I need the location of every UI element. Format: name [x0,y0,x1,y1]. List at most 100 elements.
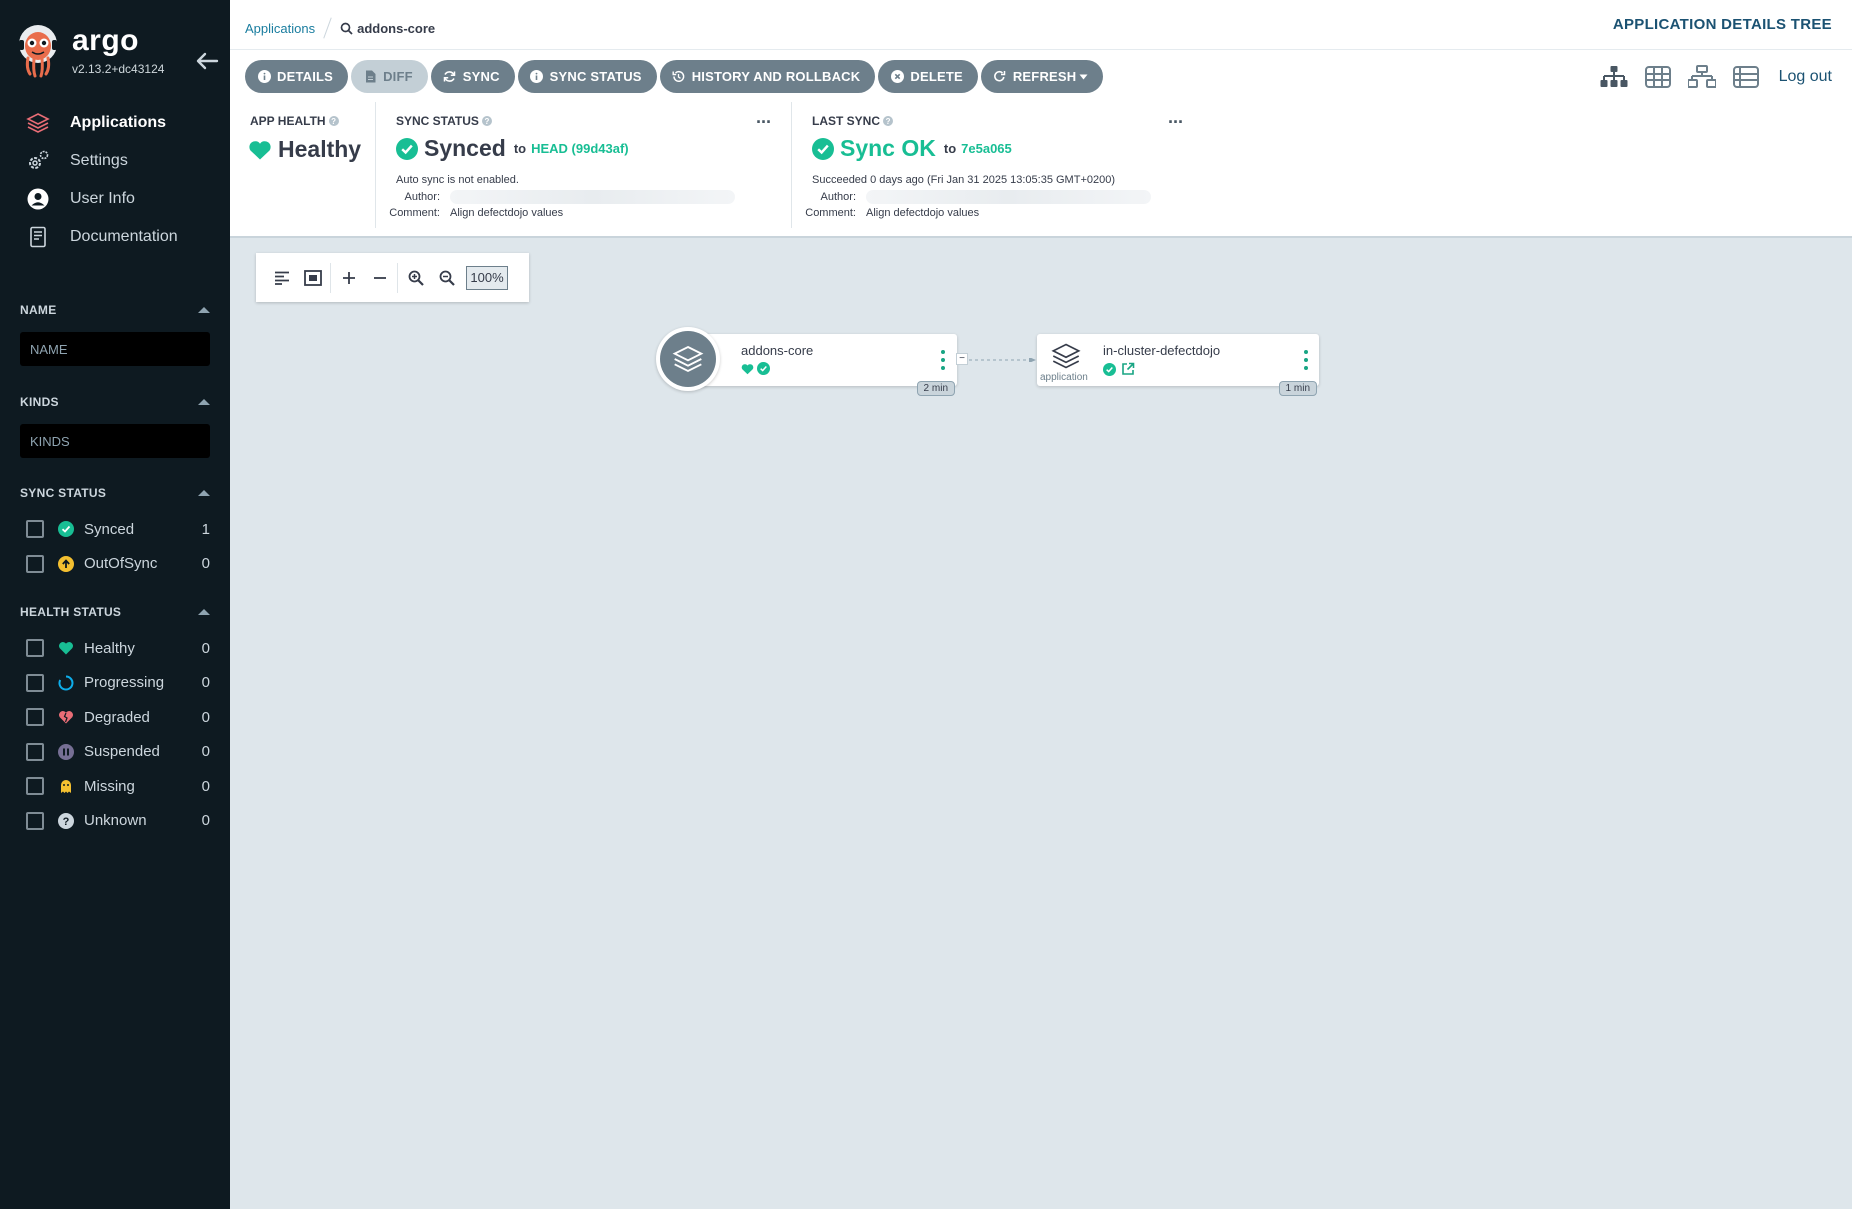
filter-option-progressing[interactable]: Progressing 0 [20,666,210,701]
nav-item-settings[interactable]: Settings [0,142,230,180]
breadcrumb-separator [323,17,332,39]
graph-zoom-toolbar: 100% [256,253,529,302]
checkbox[interactable] [26,520,44,539]
last-sync-comment-row: Comment: Align defectdojo values [792,207,979,219]
check-circle-icon [1103,362,1116,376]
sync-status-menu-icon[interactable]: ··· [756,112,772,133]
collapse-sidebar-icon[interactable] [194,50,220,72]
filter-option-count: 0 [201,639,210,657]
action-buttons: DETAILS DIFF SYNC SYNC STATUS HISTORY AN… [245,60,1104,93]
health-status-filter: HEALTH STATUS Healthy 0 Progressing 0 De… [20,602,210,838]
help-icon[interactable]: ? [328,116,339,126]
node-age-badge: 1 min [1278,381,1317,396]
delete-button[interactable]: DELETE [878,60,978,93]
diff-button[interactable]: DIFF [351,60,428,93]
collapse-minus-icon[interactable] [364,262,395,293]
filter-option-label: Healthy [84,639,135,657]
zoom-in-icon[interactable] [400,262,431,293]
collapse-caret-icon[interactable] [198,399,210,405]
help-icon[interactable]: ? [481,116,492,126]
nav-item-documentation[interactable]: Documentation [0,218,230,256]
external-link-icon[interactable] [1121,362,1135,376]
checkbox[interactable] [26,742,44,761]
comment-label: Comment: [805,207,856,219]
author-label: Author: [820,191,856,203]
list-view-icon[interactable] [1731,62,1761,92]
align-left-icon[interactable] [266,262,297,293]
sync-status-button[interactable]: SYNC STATUS [517,60,657,93]
breadcrumb-current[interactable]: addons-core [340,21,435,36]
graph-node-child-app[interactable]: application in-cluster-defectdojo 1 min [1037,334,1319,396]
nav-item-applications[interactable]: Applications [0,104,230,142]
graph-node-app[interactable]: addons-core 2 min [690,334,957,396]
sync-revision-link[interactable]: HEAD (99d43af) [531,141,629,156]
node-kind: application [1040,372,1088,383]
app-version: v2.13.2+dc43124 [72,62,165,76]
last-sync-card: LAST SYNC ? ··· Sync OK to 7e5a065 Succe… [791,102,1201,228]
fit-screen-icon[interactable] [297,262,328,293]
node-menu-icon[interactable] [940,350,946,370]
collapse-caret-icon[interactable] [198,307,210,313]
node-age-badge: 2 min [916,381,955,396]
sync-button[interactable]: SYNC [430,60,515,93]
filter-option-count: 0 [201,674,210,692]
stack-icon [26,111,50,135]
breadcrumb: Applications addons-core [245,17,435,39]
filter-option-missing[interactable]: Missing 0 [20,769,210,804]
last-sync-value: Sync OK [840,135,936,161]
collapse-caret-icon[interactable] [198,609,210,615]
kinds-filter-label: KINDS [20,395,59,409]
details-button[interactable]: DETAILS [245,60,349,93]
stack-icon [672,345,704,373]
node-menu-icon[interactable] [1303,350,1309,370]
filter-option-healthy[interactable]: Healthy 0 [20,631,210,666]
stack-icon [1051,343,1081,369]
filter-option-synced[interactable]: Synced 1 [20,512,210,547]
help-icon[interactable]: ? [883,116,894,126]
nav-label: Applications [70,114,167,131]
network-view-icon[interactable] [1687,62,1717,92]
author-label: Author: [404,191,440,203]
filter-option-degraded[interactable]: Degraded 0 [20,700,210,735]
breadcrumb-applications-link[interactable]: Applications [245,21,315,36]
filter-option-suspended[interactable]: Suspended 0 [20,735,210,770]
collapse-children-button[interactable]: − [956,353,968,365]
logout-link[interactable]: Log out [1779,68,1832,86]
collapse-caret-icon[interactable] [198,490,210,496]
expand-plus-icon[interactable] [333,262,364,293]
toolbar: DETAILS DIFF SYNC SYNC STATUS HISTORY AN… [230,50,1852,102]
sync-to-label: to [513,141,527,156]
filter-option-unknown[interactable]: ? Unknown 0 [20,804,210,839]
app-health-card: APP HEALTH ? Healthy [230,102,375,228]
book-icon [26,225,50,249]
kinds-filter-input[interactable] [20,424,210,458]
times-circle-icon [890,70,904,84]
checkbox[interactable] [26,673,44,692]
last-sync-menu-icon[interactable]: ··· [1168,112,1184,133]
history-and-rollback-button[interactable]: HISTORY AND ROLLBACK [659,60,876,93]
zoom-out-icon[interactable] [431,262,462,293]
filter-option-outofsync[interactable]: OutOfSync 0 [20,547,210,582]
refresh-button[interactable]: REFRESH [980,60,1104,93]
filter-option-count: 1 [201,520,210,538]
heart-icon [249,140,271,160]
app-health-value-row: Healthy [248,136,361,163]
nav-item-user-info[interactable]: User Info [0,180,230,218]
checkbox[interactable] [26,811,44,830]
zoom-level[interactable]: 100% [466,265,508,290]
breadcrumb-current-label: addons-core [357,20,436,36]
pods-view-icon[interactable] [1643,62,1673,92]
checkbox[interactable] [26,708,44,727]
argo-logo-icon[interactable] [18,24,58,78]
node-status [741,362,770,375]
heart-icon [741,363,754,374]
sync-status-value-row: Synced to HEAD (99d43af) [396,135,629,162]
checkbox[interactable] [26,777,44,796]
name-filter-input[interactable] [20,332,210,366]
checkbox[interactable] [26,639,44,658]
tree-view-icon[interactable] [1599,62,1629,92]
checkbox[interactable] [26,554,44,573]
node-name: in-cluster-defectdojo [1103,343,1221,358]
name-filter-label: NAME [20,303,57,317]
last-sync-revision-link[interactable]: 7e5a065 [961,141,1012,156]
